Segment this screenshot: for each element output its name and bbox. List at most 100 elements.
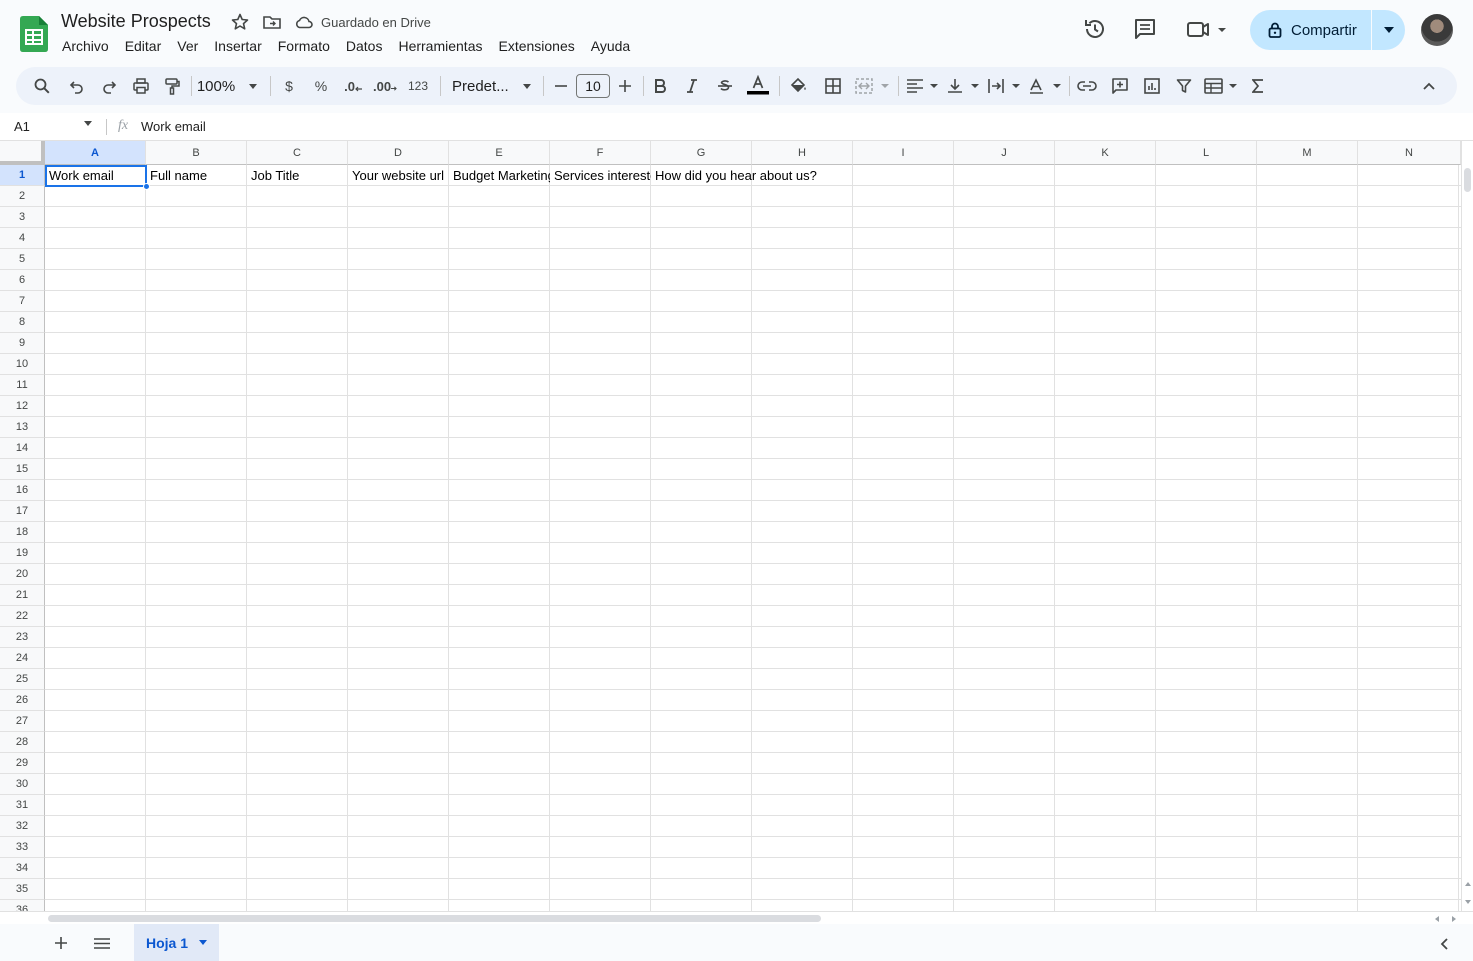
cell-g1[interactable]: How did you hear about us? — [651, 165, 853, 186]
row-header-8[interactable]: 8 — [0, 312, 45, 333]
cell-e1[interactable]: Budget Marketing — [449, 165, 550, 186]
row-header-13[interactable]: 13 — [0, 417, 45, 438]
star-icon[interactable] — [230, 12, 250, 32]
column-header-f[interactable]: F — [550, 141, 651, 165]
redo-button[interactable] — [98, 67, 120, 105]
side-panel-toggle-icon[interactable] — [1440, 938, 1448, 950]
italic-button[interactable] — [682, 67, 702, 105]
row-header-28[interactable]: 28 — [0, 732, 45, 753]
formula-input[interactable]: Work email — [141, 119, 206, 134]
caret-down-icon[interactable] — [199, 940, 208, 945]
row-header-16[interactable]: 16 — [0, 480, 45, 501]
save-status[interactable]: Guardado en Drive — [321, 15, 431, 30]
row-header-6[interactable]: 6 — [0, 270, 45, 291]
cell-d1[interactable]: Your website url — [348, 165, 449, 186]
cell-f1[interactable]: Services interested — [550, 165, 651, 186]
row-header-18[interactable]: 18 — [0, 522, 45, 543]
select-all-corner[interactable] — [0, 141, 45, 165]
menu-herramientas[interactable]: Herramientas — [390, 36, 490, 58]
row-header-24[interactable]: 24 — [0, 648, 45, 669]
version-history-icon[interactable] — [1082, 16, 1108, 42]
row-header-26[interactable]: 26 — [0, 690, 45, 711]
row-header-36[interactable]: 36 — [0, 900, 45, 911]
horizontal-scrollbar[interactable] — [0, 911, 1473, 924]
column-header-m[interactable]: M — [1257, 141, 1358, 165]
row-header-27[interactable]: 27 — [0, 711, 45, 732]
currency-format-button[interactable]: $ — [279, 67, 299, 105]
row-header-3[interactable]: 3 — [0, 207, 45, 228]
horizontal-align-button[interactable] — [904, 67, 940, 105]
font-size-input[interactable]: 10 — [576, 74, 610, 98]
vertical-align-button[interactable] — [945, 67, 981, 105]
column-header-g[interactable]: G — [651, 141, 752, 165]
text-rotation-button[interactable] — [1027, 67, 1063, 105]
move-folder-icon[interactable] — [262, 12, 282, 32]
all-sheets-menu-icon[interactable] — [94, 938, 110, 949]
column-header-e[interactable]: E — [449, 141, 550, 165]
paint-format-button[interactable] — [161, 67, 183, 105]
caret-down-icon[interactable] — [84, 121, 92, 126]
column-header-b[interactable]: B — [146, 141, 247, 165]
menu-editar[interactable]: Editar — [117, 36, 170, 58]
meet-video-icon[interactable] — [1186, 16, 1230, 42]
row-header-5[interactable]: 5 — [0, 249, 45, 270]
merge-cells-button[interactable] — [854, 67, 892, 105]
column-header-a[interactable]: A — [45, 141, 146, 165]
scroll-down-arrow-icon[interactable] — [1465, 900, 1471, 904]
user-avatar[interactable] — [1421, 14, 1453, 46]
menu-archivo[interactable]: Archivo — [54, 36, 117, 58]
percent-format-button[interactable]: % — [311, 67, 331, 105]
vertical-scrollbar[interactable] — [1461, 141, 1473, 911]
cloud-saved-icon[interactable] — [294, 12, 314, 32]
zoom-select[interactable]: 100% — [194, 67, 260, 105]
fill-color-button[interactable] — [787, 67, 809, 105]
text-color-button[interactable] — [745, 67, 771, 105]
cell-c1[interactable]: Job Title — [247, 165, 348, 186]
collapse-toolbar-button[interactable] — [1418, 67, 1440, 105]
row-header-32[interactable]: 32 — [0, 816, 45, 837]
borders-button[interactable] — [822, 67, 844, 105]
cell-b1[interactable]: Full name — [146, 165, 247, 186]
column-header-c[interactable]: C — [247, 141, 348, 165]
row-header-31[interactable]: 31 — [0, 795, 45, 816]
functions-button[interactable] — [1248, 67, 1268, 105]
row-header-23[interactable]: 23 — [0, 627, 45, 648]
row-header-34[interactable]: 34 — [0, 858, 45, 879]
row-header-33[interactable]: 33 — [0, 837, 45, 858]
font-family-select[interactable]: Predet... — [452, 67, 534, 105]
filter-button[interactable] — [1173, 67, 1195, 105]
row-header-1[interactable]: 1 — [0, 165, 45, 186]
share-button[interactable]: Compartir — [1250, 10, 1371, 50]
row-header-2[interactable]: 2 — [0, 186, 45, 207]
share-dropdown-button[interactable] — [1372, 10, 1405, 50]
comments-icon[interactable] — [1132, 16, 1158, 42]
text-wrapping-button[interactable] — [986, 67, 1022, 105]
row-header-29[interactable]: 29 — [0, 753, 45, 774]
sheets-logo-icon[interactable] — [20, 16, 48, 52]
scroll-right-arrow-icon[interactable] — [1452, 916, 1456, 922]
print-button[interactable] — [130, 67, 152, 105]
insert-comment-button[interactable] — [1109, 67, 1131, 105]
row-header-10[interactable]: 10 — [0, 354, 45, 375]
document-title[interactable]: Website Prospects — [61, 11, 211, 32]
bold-button[interactable] — [650, 67, 670, 105]
menu-datos[interactable]: Datos — [338, 36, 391, 58]
menu-extensiones[interactable]: Extensiones — [490, 36, 582, 58]
row-header-25[interactable]: 25 — [0, 669, 45, 690]
undo-button[interactable] — [66, 67, 88, 105]
more-formats-button[interactable]: 123 — [406, 67, 430, 105]
increase-decimal-button[interactable]: .00 — [373, 67, 397, 105]
column-header-n[interactable]: N — [1358, 141, 1461, 165]
menu-insertar[interactable]: Insertar — [206, 36, 269, 58]
scroll-left-arrow-icon[interactable] — [1435, 916, 1439, 922]
row-header-7[interactable]: 7 — [0, 291, 45, 312]
decrease-decimal-button[interactable]: .0 — [342, 67, 364, 105]
spreadsheet-grid[interactable]: A B C D E F G H I J K L M N 1 2 3 4 5 6 7 8 9 10 11 12 13 14 15 16 17 1… — [0, 141, 1461, 911]
row-header-14[interactable]: 14 — [0, 438, 45, 459]
column-header-j[interactable]: J — [954, 141, 1055, 165]
column-header-l[interactable]: L — [1156, 141, 1257, 165]
name-box[interactable]: A1 — [14, 119, 30, 134]
row-header-9[interactable]: 9 — [0, 333, 45, 354]
column-header-d[interactable]: D — [348, 141, 449, 165]
row-header-19[interactable]: 19 — [0, 543, 45, 564]
